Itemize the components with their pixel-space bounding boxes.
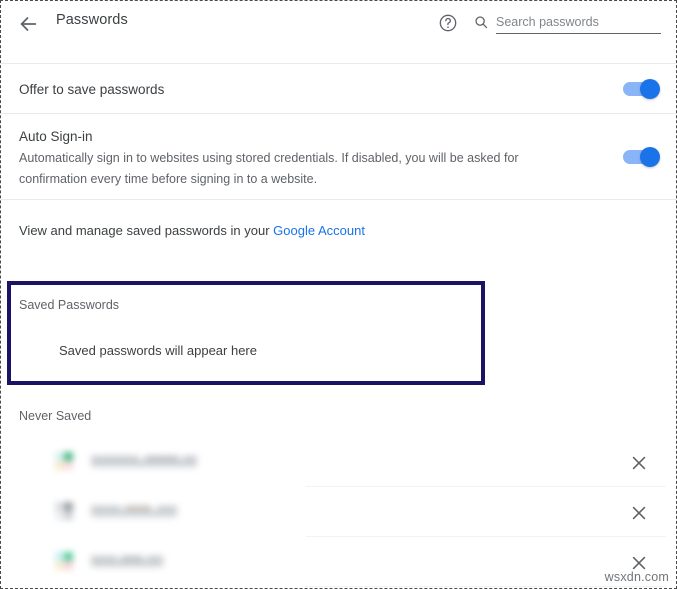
- search-icon: [474, 15, 488, 29]
- table-row[interactable]: [1, 539, 676, 587]
- row-separator: [306, 536, 666, 537]
- search-field-wrapper[interactable]: [474, 12, 661, 36]
- help-circle-icon[interactable]: [438, 13, 458, 33]
- redacted-site-name: [91, 556, 169, 567]
- passwords-settings-page: Passwords Offer to save passwords: [0, 0, 677, 589]
- offer-to-save-passwords-toggle[interactable]: [623, 79, 660, 99]
- auto-signin-toggle[interactable]: [623, 147, 660, 167]
- google-account-row: View and manage saved passwords in your …: [19, 223, 365, 238]
- table-row[interactable]: [1, 489, 676, 537]
- back-arrow-icon[interactable]: [17, 13, 39, 35]
- table-row[interactable]: [1, 439, 676, 487]
- site-favicon-gray: [55, 502, 73, 520]
- never-saved-heading: Never Saved: [19, 409, 92, 423]
- redacted-site-name: [91, 456, 207, 467]
- page-header: Passwords: [1, 1, 676, 47]
- page-title: Passwords: [56, 12, 128, 28]
- divider-autosignin-account: [1, 199, 676, 200]
- row-separator: [306, 586, 666, 587]
- row-separator: [306, 486, 666, 487]
- toggle-knob: [640, 147, 660, 167]
- divider-offer-autosignin: [1, 113, 676, 114]
- redacted-site-name: [91, 506, 186, 517]
- toggle-knob: [640, 79, 660, 99]
- auto-signin-description: Automatically sign in to websites using …: [19, 151, 519, 186]
- saved-passwords-section-highlight: Saved Passwords Saved passwords will app…: [7, 281, 485, 385]
- offer-to-save-passwords-label: Offer to save passwords: [19, 82, 165, 97]
- divider-header: [1, 63, 676, 64]
- google-account-link[interactable]: Google Account: [273, 223, 365, 238]
- watermark: wsxdn.com: [604, 570, 669, 584]
- saved-passwords-empty-message: Saved passwords will appear here: [59, 343, 257, 358]
- saved-passwords-heading: Saved Passwords: [19, 298, 120, 312]
- google-account-text: View and manage saved passwords in your: [19, 223, 274, 238]
- search-underline: [496, 33, 661, 34]
- remove-never-saved-button[interactable]: [629, 503, 649, 523]
- site-favicon-green: [55, 552, 73, 570]
- search-input[interactable]: [496, 12, 659, 32]
- auto-signin-title: Auto Sign-in: [19, 129, 93, 144]
- remove-never-saved-button[interactable]: [629, 453, 649, 473]
- site-favicon-teal: [55, 452, 73, 470]
